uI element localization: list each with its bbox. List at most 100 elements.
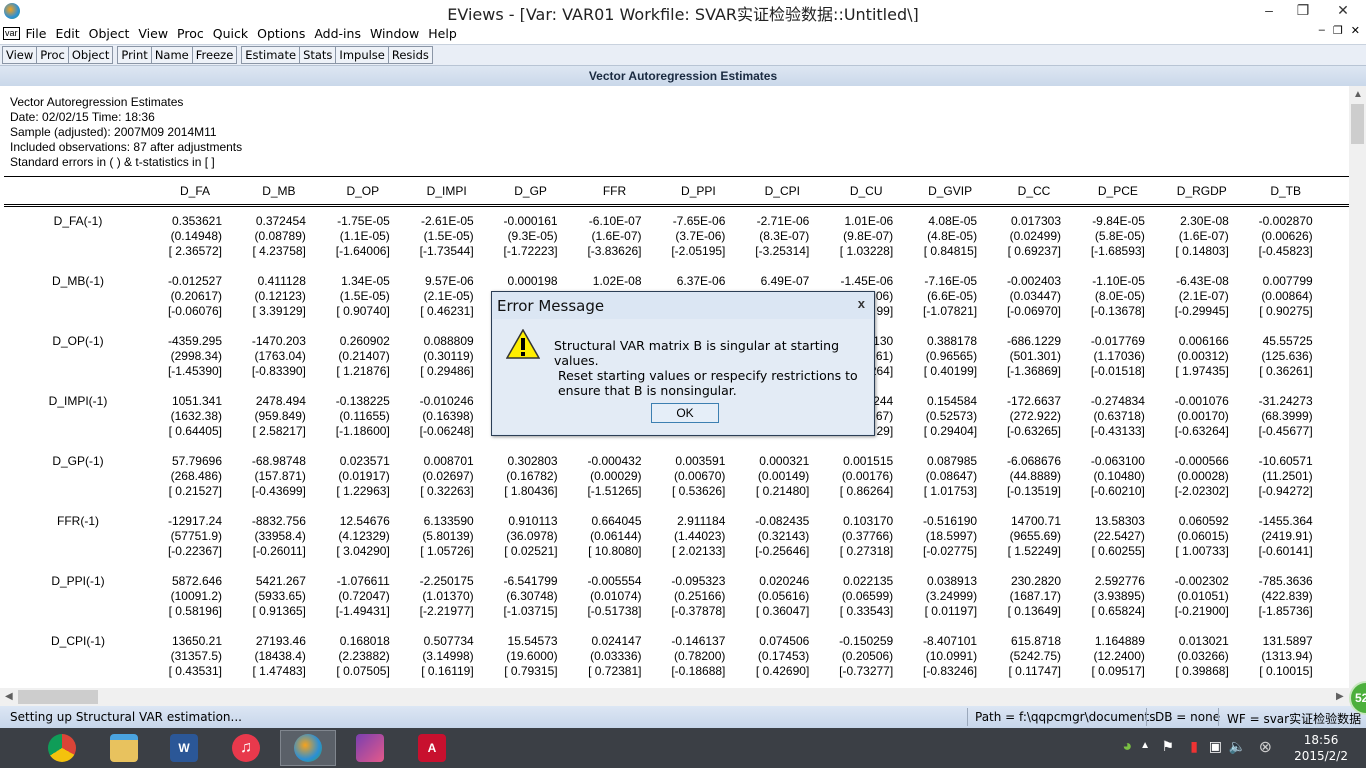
std-error-cell: (6.6E-05) xyxy=(927,289,978,303)
title-bar: EViews - [Var: VAR01 Workfile: SVAR实证检验数… xyxy=(0,0,1366,24)
std-error-cell: (3.7E-06) xyxy=(675,229,726,243)
t-stat-cell: [-2.21977] xyxy=(419,604,474,618)
flag-icon[interactable]: ⚑ xyxy=(1161,738,1174,755)
coefficient-cell: 0.103170 xyxy=(843,514,894,528)
print-button[interactable]: Print xyxy=(117,46,152,64)
menu-object[interactable]: Object xyxy=(89,26,137,41)
wifi-icon[interactable]: ◕ xyxy=(1122,738,1132,756)
std-error-cell: (5933.65) xyxy=(254,589,306,603)
t-stat-cell: [-1.03715] xyxy=(503,604,558,618)
taskbar-acrobat[interactable]: A xyxy=(404,730,460,766)
dialog-close-button[interactable]: x xyxy=(858,296,865,311)
t-stat-cell: [ 0.53626] xyxy=(672,484,726,498)
coefficient-cell: -1.076611 xyxy=(336,574,390,588)
t-stat-cell: [ 1.21876] xyxy=(336,364,390,378)
std-error-cell: (268.486) xyxy=(170,469,222,483)
t-stat-cell: [ 0.16119] xyxy=(421,664,474,678)
column-header: D_GVIP xyxy=(928,184,973,198)
network-icon[interactable]: ▣ xyxy=(1209,738,1222,755)
itunes-icon: ♫ xyxy=(232,734,260,762)
vertical-scrollbar[interactable]: ▲ xyxy=(1349,86,1366,688)
t-stat-cell: [ 4.23758] xyxy=(252,244,306,258)
estimate-button[interactable]: Estimate xyxy=(241,46,301,64)
coefficient-cell: -7.65E-06 xyxy=(672,214,726,228)
mdi-close-button[interactable]: ✕ xyxy=(1351,24,1360,37)
taskbar-ebook-reader[interactable] xyxy=(342,730,398,766)
t-stat-cell: [-0.22367] xyxy=(167,544,222,558)
object-button[interactable]: Object xyxy=(67,46,114,64)
menu-options[interactable]: Options xyxy=(257,26,312,41)
menu-quick[interactable]: Quick xyxy=(213,26,255,41)
stats-button[interactable]: Stats xyxy=(299,46,337,64)
t-stat-cell: [ 0.43531] xyxy=(168,664,222,678)
proc-button[interactable]: Proc xyxy=(36,46,69,64)
coefficient-cell: -0.000161 xyxy=(503,214,558,228)
t-stat-cell: [ 0.29486] xyxy=(420,364,474,378)
std-error-cell: (0.01917) xyxy=(338,469,390,483)
std-error-cell: (57751.9) xyxy=(170,529,222,543)
std-error-cell: (0.78200) xyxy=(674,649,726,663)
close-button[interactable]: ✕ xyxy=(1320,0,1366,20)
menu-add-ins[interactable]: Add-ins xyxy=(314,26,368,41)
t-stat-cell: [-0.73277] xyxy=(839,664,894,678)
menu-window[interactable]: Window xyxy=(370,26,426,41)
std-error-cell: (0.00626) xyxy=(1261,229,1313,243)
vertical-scroll-thumb[interactable] xyxy=(1351,104,1364,144)
std-error-cell: (0.30119) xyxy=(423,349,474,363)
std-error-cell: (0.14948) xyxy=(170,229,222,243)
horizontal-scroll-thumb[interactable] xyxy=(18,690,98,704)
menu-edit[interactable]: Edit xyxy=(55,26,86,41)
show-hidden-icons-icon[interactable]: ▲ xyxy=(1140,740,1150,751)
resids-button[interactable]: Resids xyxy=(387,46,433,64)
coefficient-cell: -12917.24 xyxy=(167,514,222,528)
menu-view[interactable]: View xyxy=(138,26,175,41)
coefficient-cell: 230.2820 xyxy=(1010,574,1061,588)
t-stat-cell: [ 0.02521] xyxy=(504,544,558,558)
power-icon[interactable]: ▮ xyxy=(1190,738,1198,755)
t-stat-cell: [-2.05195] xyxy=(671,244,726,258)
coefficient-cell: -0.516190 xyxy=(923,514,978,528)
t-stat-cell: [-0.13519] xyxy=(1006,484,1061,498)
freeze-button[interactable]: Freeze xyxy=(191,46,238,64)
volume-icon[interactable]: 🔈 xyxy=(1229,738,1246,755)
t-stat-cell: [ 0.86264] xyxy=(839,484,894,498)
t-stat-cell: [ 3.04290] xyxy=(336,544,390,558)
ok-button[interactable]: OK xyxy=(651,403,719,423)
taskbar-chrome[interactable] xyxy=(34,730,90,766)
header-line: Date: 02/02/15 Time: 18:36 xyxy=(10,110,155,124)
mdi-restore-button[interactable]: ❐ xyxy=(1333,24,1343,37)
menu-proc[interactable]: Proc xyxy=(177,26,211,41)
clock[interactable]: 18:56 2015/2/2 xyxy=(1294,732,1348,764)
taskbar-eviews[interactable] xyxy=(280,730,336,766)
std-error-cell: (36.0978) xyxy=(506,529,558,543)
horizontal-scrollbar[interactable]: ◀ ▶ xyxy=(0,688,1366,706)
view-button[interactable]: View xyxy=(2,46,38,64)
coefficient-cell: -7.16E-05 xyxy=(924,274,978,288)
restore-button[interactable]: ❐ xyxy=(1288,0,1318,20)
coefficient-cell: -0.002302 xyxy=(1174,574,1229,588)
taskbar-itunes[interactable]: ♫ xyxy=(218,730,274,766)
coefficient-cell: -2.250175 xyxy=(419,574,474,588)
t-stat-cell: [ 10.8080] xyxy=(588,544,642,558)
std-error-cell: (2.1E-07) xyxy=(1178,289,1229,303)
var-object-icon: var xyxy=(3,26,20,40)
close-circle-icon[interactable]: ⊗ xyxy=(1259,737,1272,757)
taskbar-word[interactable]: W xyxy=(156,730,212,766)
column-header: D_FA xyxy=(179,184,210,198)
coefficient-cell: 0.008701 xyxy=(423,454,474,468)
menu-file[interactable]: File xyxy=(26,26,54,41)
std-error-cell: (4.12329) xyxy=(338,529,390,543)
mdi-minimize-button[interactable]: – xyxy=(1319,24,1325,37)
menu-help[interactable]: Help xyxy=(428,26,464,41)
taskbar-file-explorer[interactable] xyxy=(96,730,152,766)
coefficient-cell: 0.060592 xyxy=(1178,514,1229,528)
std-error-cell: (12.2400) xyxy=(1093,649,1145,663)
coefficient-cell: -0.150259 xyxy=(839,634,894,648)
coefficient-cell: 0.007799 xyxy=(1262,274,1313,288)
std-error-cell: (2998.34) xyxy=(170,349,222,363)
minimize-button[interactable]: – xyxy=(1254,0,1284,20)
name-button[interactable]: Name xyxy=(150,46,193,64)
header-line: Included observations: 87 after adjustme… xyxy=(10,140,243,154)
coefficient-cell: 12.54676 xyxy=(339,514,390,528)
impulse-button[interactable]: Impulse xyxy=(335,46,389,64)
